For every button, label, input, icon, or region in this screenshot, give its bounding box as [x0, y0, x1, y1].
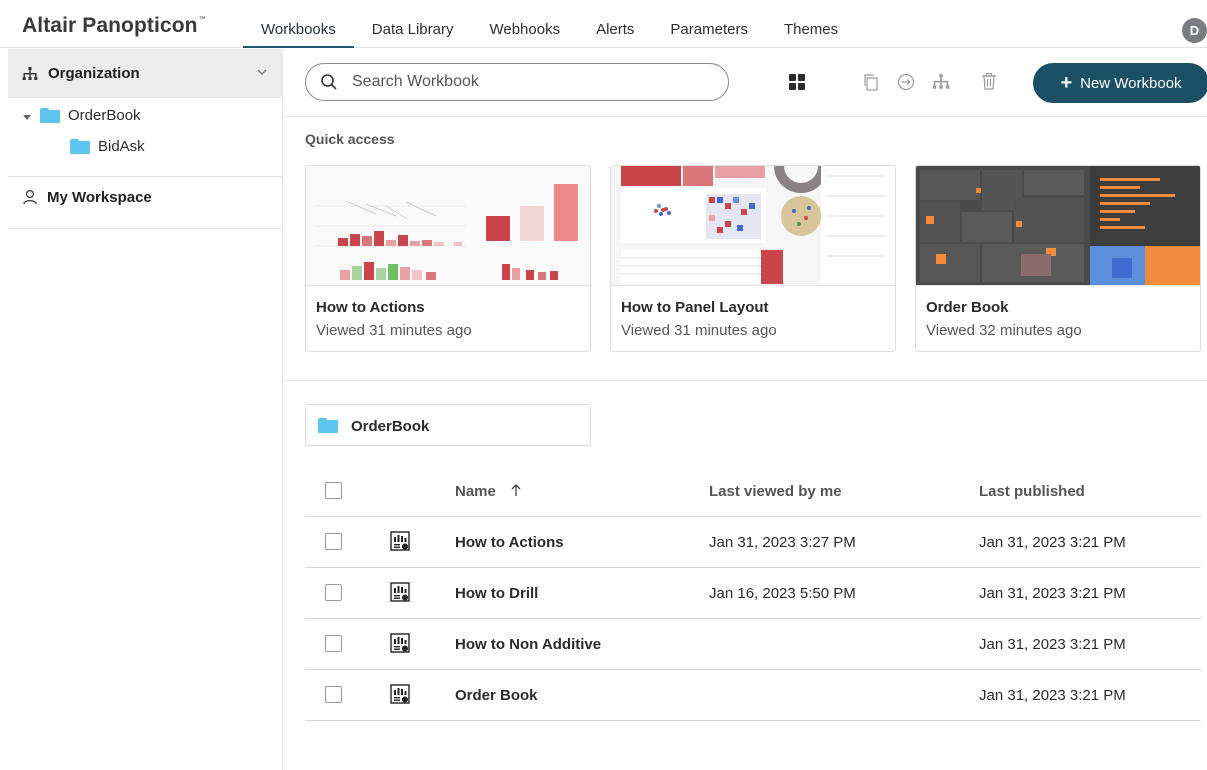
workbook-thumbnail	[611, 166, 895, 286]
top-bar: Altair Panopticon™ Workbooks Data Librar…	[0, 0, 1207, 48]
grid-view-icon[interactable]	[788, 73, 806, 91]
workbook-icon	[390, 684, 410, 704]
hierarchy-icon	[22, 67, 38, 80]
trash-icon[interactable]	[980, 72, 998, 90]
user-icon	[23, 189, 37, 205]
tab-alerts[interactable]: Alerts	[578, 0, 652, 48]
workbook-icon	[390, 582, 410, 602]
table-row[interactable]: How to Non Additive Jan 31, 2023 3:21 PM	[305, 619, 1201, 670]
folder-card-label: OrderBook	[351, 418, 430, 435]
tree-item-label: OrderBook	[68, 106, 141, 124]
table-row[interactable]: How to Drill Jan 16, 2023 5:50 PM Jan 31…	[305, 568, 1201, 619]
folder-icon	[70, 138, 90, 154]
card-subtitle: Viewed 31 minutes ago	[621, 322, 777, 339]
workbook-icon	[390, 633, 410, 653]
workbook-thumbnail	[306, 166, 590, 286]
workbook-name[interactable]: How to Drill	[455, 585, 538, 602]
trademark-mark: ™	[198, 16, 206, 23]
table-header: Name Last viewed by me Last published	[305, 466, 1201, 517]
search-input[interactable]	[352, 71, 712, 93]
card-subtitle: Viewed 32 minutes ago	[926, 322, 1082, 339]
main-nav: Workbooks Data Library Webhooks Alerts P…	[243, 0, 856, 48]
chevron-down-icon[interactable]	[255, 65, 269, 79]
card-title: How to Panel Layout	[621, 299, 769, 316]
app-logo-text: Altair Panopticon	[22, 14, 198, 37]
section-divider	[283, 380, 1207, 381]
card-title: How to Actions	[316, 299, 425, 316]
workbook-thumbnail	[916, 166, 1200, 286]
card-title: Order Book	[926, 299, 1009, 316]
caret-down-icon[interactable]	[22, 112, 32, 122]
select-all-checkbox[interactable]	[325, 482, 342, 499]
workbook-name[interactable]: Order Book	[455, 687, 538, 704]
tree-item-label: BidAsk	[98, 137, 145, 155]
folder-icon	[318, 418, 338, 433]
app-logo[interactable]: Altair Panopticon™	[22, 14, 206, 38]
row-checkbox[interactable]	[325, 533, 342, 550]
folder-card-orderbook[interactable]: OrderBook	[305, 404, 591, 446]
plus-icon: +	[1060, 72, 1073, 94]
search-icon	[321, 74, 337, 90]
column-header-last-viewed[interactable]: Last viewed by me	[709, 483, 842, 500]
card-subtitle: Viewed 31 minutes ago	[316, 322, 472, 339]
column-header-last-published[interactable]: Last published	[979, 483, 1085, 500]
organization-header[interactable]: Organization	[8, 49, 283, 98]
sidebar-divider	[8, 228, 283, 229]
toolbar-divider	[283, 116, 1207, 117]
last-published-cell: Jan 31, 2023 3:21 PM	[979, 585, 1126, 602]
workbook-name[interactable]: How to Actions	[455, 534, 564, 551]
user-avatar[interactable]: D	[1182, 18, 1207, 43]
table-row[interactable]: Order Book Jan 31, 2023 3:21 PM	[305, 670, 1201, 721]
last-published-cell: Jan 31, 2023 3:21 PM	[979, 636, 1126, 653]
tab-workbooks[interactable]: Workbooks	[243, 0, 354, 48]
sidebar: Organization OrderBook BidAsk My Workspa…	[0, 49, 283, 770]
new-workbook-button[interactable]: + New Workbook	[1033, 63, 1207, 103]
row-checkbox[interactable]	[325, 686, 342, 703]
column-header-name[interactable]: Name	[455, 483, 496, 500]
new-workbook-label: New Workbook	[1080, 74, 1182, 92]
last-published-cell: Jan 31, 2023 3:21 PM	[979, 534, 1126, 551]
quick-access-card-how-to-actions[interactable]: How to Actions Viewed 31 minutes ago	[305, 165, 591, 352]
table-row[interactable]: How to Actions Jan 31, 2023 3:27 PM Jan …	[305, 517, 1201, 568]
tab-webhooks[interactable]: Webhooks	[471, 0, 578, 48]
last-viewed-cell: Jan 16, 2023 5:50 PM	[709, 585, 856, 602]
search-box	[305, 63, 729, 101]
tab-themes[interactable]: Themes	[766, 0, 856, 48]
workbook-icon	[390, 531, 410, 551]
tree-item-bidask[interactable]: BidAsk	[70, 132, 145, 160]
row-checkbox[interactable]	[325, 584, 342, 601]
my-workspace-item[interactable]: My Workspace	[47, 189, 152, 206]
organization-label: Organization	[48, 65, 140, 82]
hierarchy-icon[interactable]	[932, 73, 950, 91]
last-viewed-cell: Jan 31, 2023 3:27 PM	[709, 534, 856, 551]
quick-access-title: Quick access	[305, 131, 395, 147]
folder-icon	[40, 107, 60, 123]
tree-item-orderbook[interactable]: OrderBook	[40, 101, 141, 129]
last-published-cell: Jan 31, 2023 3:21 PM	[979, 687, 1126, 704]
row-checkbox[interactable]	[325, 635, 342, 652]
tab-parameters[interactable]: Parameters	[652, 0, 766, 48]
workbook-name[interactable]: How to Non Additive	[455, 636, 601, 653]
tab-data-library[interactable]: Data Library	[354, 0, 472, 48]
sidebar-divider	[8, 176, 283, 177]
quick-access-card-how-to-panel-layout[interactable]: How to Panel Layout Viewed 31 minutes ag…	[610, 165, 896, 352]
sort-ascending-icon[interactable]	[510, 482, 522, 498]
quick-access-card-order-book[interactable]: Order Book Viewed 32 minutes ago	[915, 165, 1201, 352]
move-icon[interactable]	[897, 73, 915, 91]
copy-icon[interactable]	[862, 73, 880, 91]
